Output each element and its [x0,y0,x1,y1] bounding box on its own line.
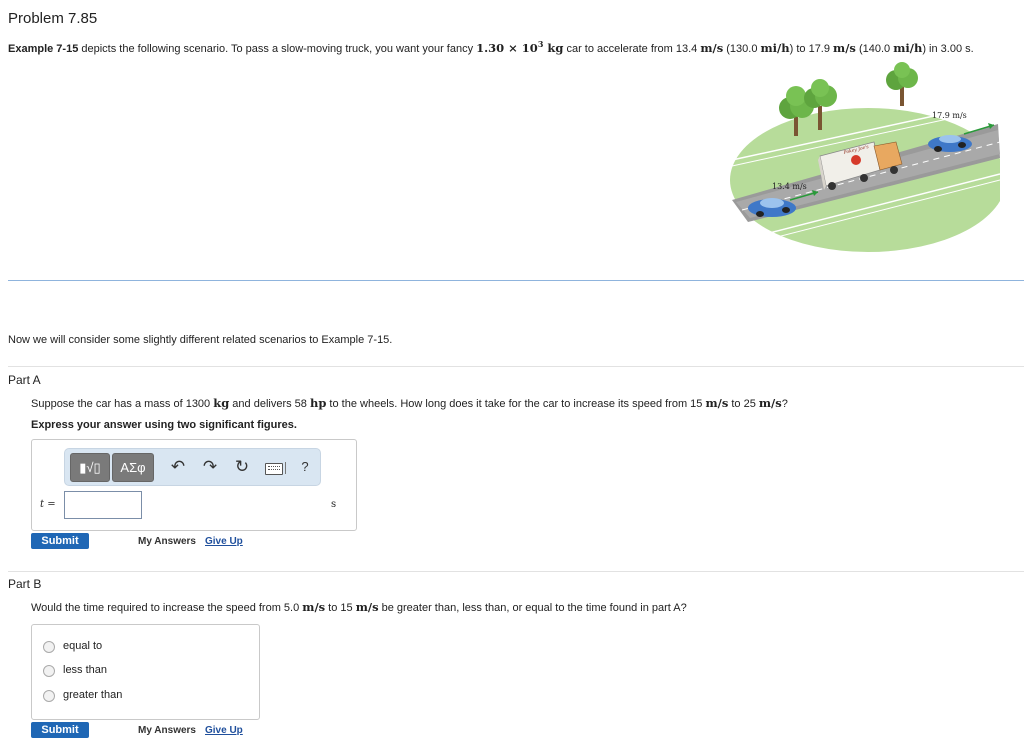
example-figure: 13.4 m/s 17.9 m/s Pokey Joe's [728,62,1006,262]
option-greater-radio[interactable] [43,690,55,702]
answer-variable-label: t = [40,499,56,510]
undo-icon[interactable]: ↶ [168,457,188,477]
option-equal-radio[interactable] [43,641,55,653]
problem-title: Problem 7.85 [8,10,98,27]
speed-start-label: 13.4 m/s [772,182,807,191]
part-a-question: Suppose the car has a mass of 1300 kg an… [31,396,788,410]
keyboard-icon[interactable] [265,463,283,475]
option-greater-label[interactable]: greater than [63,689,122,701]
answer-unit: s [331,499,337,510]
part-b-submit-button[interactable]: Submit [31,722,89,738]
speed-end-label: 17.9 m/s [932,111,967,120]
part-a-label: Part A [8,373,41,387]
templates-button[interactable]: ▮√▯ [70,453,110,482]
part-b-my-answers-link[interactable]: My Answers [138,725,196,736]
part-b-label: Part B [8,577,42,591]
problem-intro: Example 7-15 depicts the following scena… [8,39,974,55]
part-divider [8,571,1024,572]
part-divider [8,366,1024,367]
part-b-give-up-link[interactable]: Give Up [205,725,243,736]
example-ref: Example 7-15 [8,42,79,55]
redo-icon[interactable]: ↷ [200,457,220,477]
section-divider [8,280,1024,281]
part-a-submit-button[interactable]: Submit [31,533,89,549]
part-b-question: Would the time required to increase the … [31,600,687,614]
toolbar-separator [285,462,286,474]
transition-text: Now we will consider some slightly diffe… [8,334,393,346]
part-a-my-answers-link[interactable]: My Answers [138,536,196,547]
answer-input[interactable] [64,491,142,519]
option-less-label[interactable]: less than [63,664,107,676]
part-a-give-up-link[interactable]: Give Up [205,536,243,547]
help-button[interactable]: ? [295,457,315,477]
option-equal-label[interactable]: equal to [63,640,102,652]
road-scene-illustration: 13.4 m/s 17.9 m/s Pokey Joe's [730,62,1006,252]
option-less-radio[interactable] [43,665,55,677]
part-a-instruction: Express your answer using two significan… [31,419,297,431]
reset-icon[interactable]: ↻ [232,457,252,477]
tree-icon [886,62,918,106]
mass-value: 1.30 × 103 kg [476,39,564,55]
symbols-button[interactable]: ΑΣφ [112,453,154,482]
